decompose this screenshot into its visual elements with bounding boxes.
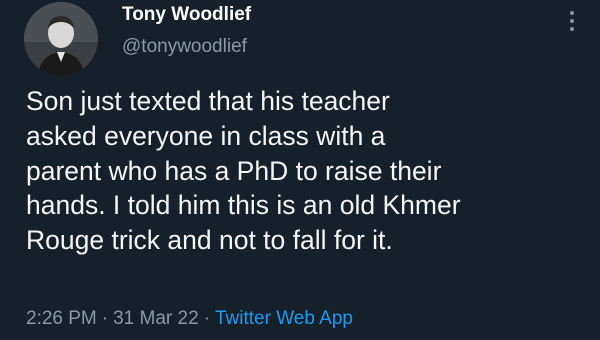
tweet-text-line: Son just texted that his teacher <box>26 86 390 116</box>
tweet-time[interactable]: 2:26 PM <box>26 308 97 329</box>
more-options-icon[interactable] <box>562 6 582 36</box>
avatar-photo <box>24 2 98 76</box>
author-display-name[interactable]: Tony Woodlief <box>122 4 251 26</box>
tweet-source-link[interactable]: Twitter Web App <box>215 308 353 329</box>
tweet-text-line: hands. I told him this is an old Khmer <box>26 190 461 221</box>
tweet-meta: 2:26 PM · 31 Mar 22 · Twitter Web App <box>26 308 353 330</box>
tweet-text-line: asked everyone in class with a <box>26 120 386 151</box>
tweet-card: Tony Woodlief @tonywoodlief Son just tex… <box>0 0 600 340</box>
meta-separator: · <box>101 308 109 329</box>
avatar[interactable] <box>24 2 98 76</box>
meta-separator: · <box>203 308 210 329</box>
tweet-text: Son just texted that his teacher asked e… <box>26 84 596 258</box>
tweet-text-line: parent who has a PhD to raise their <box>26 155 442 186</box>
tweet-date[interactable]: 31 Mar 22 <box>113 308 199 329</box>
author-handle[interactable]: @tonywoodlief <box>122 36 247 58</box>
tweet-text-line: Rouge trick and not to fall for it. <box>26 225 393 256</box>
